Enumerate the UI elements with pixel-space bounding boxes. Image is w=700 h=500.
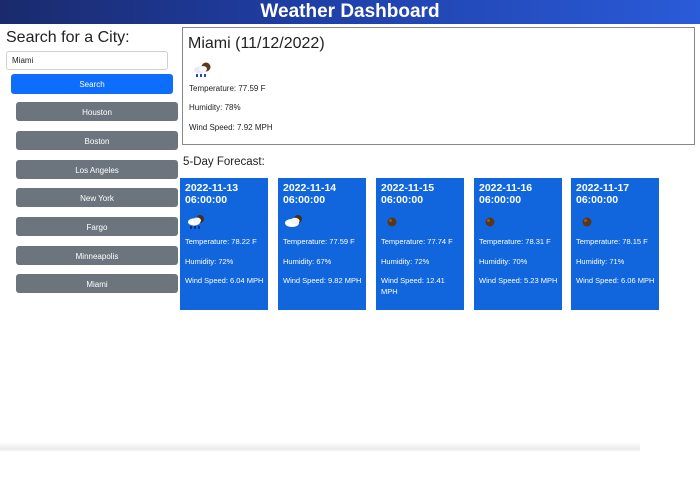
page-divider-shadow (0, 442, 640, 452)
forecast-humidity: Humidity: 70% (479, 257, 528, 266)
forecast-humidity: Humidity: 72% (381, 257, 430, 266)
current-humidity: Humidity: 78% (189, 103, 241, 112)
night-cloudy-rain-icon (194, 62, 211, 77)
forecast-temperature: Temperature: 78.15 F (576, 237, 648, 246)
clear-night-icon (485, 217, 495, 227)
search-sidebar: Search for a City: Search (6, 28, 174, 94)
current-weather-panel: Miami (11/12/2022) Temperature: 77.59 F … (182, 27, 695, 145)
city-button-minneapolis[interactable]: Minneapolis (16, 246, 178, 265)
forecast-humidity: Humidity: 72% (185, 257, 234, 266)
forecast-wind-speed: Wind Speed: 6.06 MPH (576, 276, 655, 285)
forecast-card: 2022-11-14 06:00:00 Temperature: 77.59 F… (278, 178, 366, 310)
clear-night-icon (582, 217, 592, 227)
forecast-temperature: Temperature: 78.31 F (479, 237, 551, 246)
forecast-card: 2022-11-13 06:00:00 Temperature: 78.22 F… (180, 178, 268, 310)
forecast-wind-speed: Wind Speed: 9.82 MPH (283, 276, 362, 285)
forecast-card: 2022-11-16 06:00:00 Temperature: 78.31 F… (474, 178, 562, 310)
city-button-fargo[interactable]: Fargo (16, 217, 178, 236)
forecast-card: 2022-11-17 06:00:00 Temperature: 78.15 F… (571, 178, 659, 310)
forecast-temperature: Temperature: 77.74 F (381, 237, 453, 246)
forecast-date: 2022-11-16 06:00:00 (479, 182, 533, 206)
page-header: Weather Dashboard (0, 0, 700, 24)
forecast-date: 2022-11-14 06:00:00 (283, 182, 337, 206)
search-button[interactable]: Search (11, 74, 173, 94)
forecast-humidity: Humidity: 71% (576, 257, 625, 266)
forecast-card: 2022-11-15 06:00:00 Temperature: 77.74 F… (376, 178, 464, 310)
city-button-los-angeles[interactable]: Los Angeles (16, 160, 178, 179)
city-search-input[interactable] (6, 51, 168, 70)
forecast-temperature: Temperature: 78.22 F (185, 237, 257, 246)
city-button-new-york[interactable]: New York (16, 188, 178, 207)
current-city-title: Miami (11/12/2022) (188, 35, 325, 52)
current-wind-speed: Wind Speed: 7.92 MPH (189, 123, 273, 132)
forecast-heading: 5-Day Forecast: (183, 156, 265, 168)
forecast-date: 2022-11-15 06:00:00 (381, 182, 435, 206)
night-cloud-rain-icon (188, 215, 204, 229)
clear-night-icon (387, 217, 397, 227)
forecast-date: 2022-11-13 06:00:00 (185, 182, 239, 206)
forecast-wind-speed: Wind Speed: 6.04 MPH (185, 276, 264, 285)
current-temperature: Temperature: 77.59 F (189, 84, 266, 93)
forecast-date: 2022-11-17 06:00:00 (576, 182, 630, 206)
forecast-temperature: Temperature: 77.59 F (283, 237, 355, 246)
city-button-boston[interactable]: Boston (16, 131, 178, 150)
page-title: Weather Dashboard (260, 1, 440, 22)
forecast-wind-speed: Wind Speed: 5.23 MPH (479, 276, 558, 285)
forecast-wind-speed: Wind Speed: 12.41 MPH (381, 276, 445, 296)
city-button-houston[interactable]: Houston (16, 102, 178, 121)
night-cloud-icon (285, 215, 302, 227)
search-heading: Search for a City: (6, 29, 130, 46)
city-button-miami[interactable]: Miami (16, 274, 178, 293)
forecast-humidity: Humidity: 67% (283, 257, 332, 266)
